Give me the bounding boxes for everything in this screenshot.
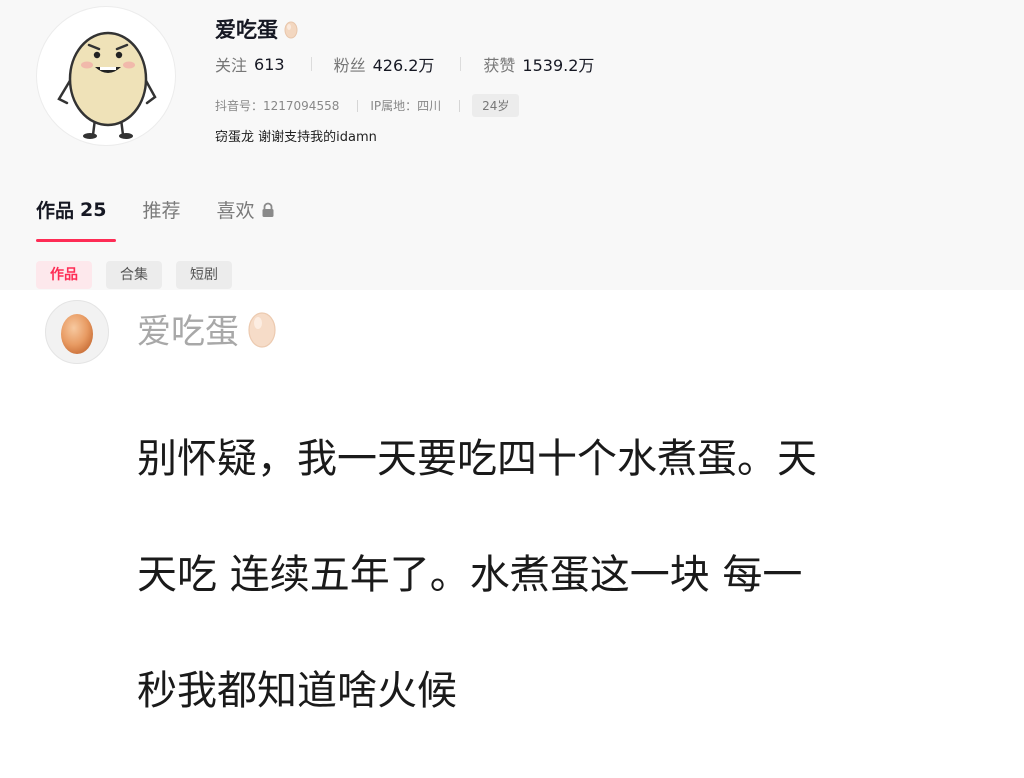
subtab-works[interactable]: 作品 xyxy=(36,261,92,289)
meta-divider xyxy=(357,99,359,112)
stat-value: 613 xyxy=(254,54,285,74)
tab-label: 推荐 xyxy=(142,200,181,222)
active-tab-indicator xyxy=(36,239,116,242)
tab-label: 喜欢 xyxy=(216,200,255,222)
profile-nickname: 爱吃蛋 xyxy=(215,14,298,44)
comment-line: 别怀疑，我一天要吃四十个水煮蛋。天 xyxy=(137,436,817,482)
egg-icon xyxy=(61,314,93,354)
stat-value: 426.2万 xyxy=(372,56,435,75)
stat-divider xyxy=(460,57,462,71)
comment-line: 秒我都知道啥火候 xyxy=(137,668,457,714)
profile-bio: 窃蛋龙 谢谢支持我的idamn xyxy=(215,130,377,145)
tab-count: 25 xyxy=(80,198,107,221)
tab-label: 作品 xyxy=(36,200,75,222)
stat-followers[interactable]: 粉丝 426.2万 xyxy=(334,52,435,76)
profile-header: 爱吃蛋 关注 613 粉丝 426.2万 获赞 1539.2万 抖音号：1217… xyxy=(0,0,1024,290)
stat-value: 1539.2万 xyxy=(522,56,595,75)
profile-tabs: 作品 25 推荐 喜欢 xyxy=(36,196,311,223)
douyin-id: 抖音号：1217094558 xyxy=(215,99,340,113)
profile-stats: 关注 613 粉丝 426.2万 获赞 1539.2万 xyxy=(215,52,620,76)
egg-emoji-icon xyxy=(248,311,276,348)
nickname-text: 爱吃蛋 xyxy=(215,18,278,42)
tab-recommend[interactable]: 推荐 xyxy=(142,196,180,223)
avatar[interactable] xyxy=(36,6,176,146)
comment-avatar[interactable] xyxy=(45,300,109,364)
profile-meta: 抖音号：1217094558 IP属地：四川 24岁 xyxy=(215,94,520,117)
comment-author-name: 爱吃蛋 xyxy=(137,312,239,352)
comment-card: 爱吃蛋 别怀疑，我一天要吃四十个水煮蛋。天 天吃 连续五年了。水煮蛋这一块 每一… xyxy=(0,290,1024,714)
ip-location: IP属地：四川 xyxy=(370,99,442,113)
comment-line: 天吃 连续五年了。水煮蛋这一块 每一 xyxy=(137,552,803,598)
stat-following[interactable]: 关注 613 xyxy=(215,52,285,76)
comment-author: 爱吃蛋 xyxy=(137,304,277,353)
tab-likes[interactable]: 喜欢 xyxy=(216,196,274,223)
subtab-bar: 作品 合集 短剧 xyxy=(36,261,232,289)
subtab-short-drama[interactable]: 短剧 xyxy=(176,261,232,289)
meta-divider xyxy=(459,99,461,112)
stat-label: 关注 xyxy=(215,56,248,75)
tab-works[interactable]: 作品 25 xyxy=(36,196,106,223)
comment-text: 别怀疑，我一天要吃四十个水煮蛋。天 天吃 连续五年了。水煮蛋这一块 每一 秒我都… xyxy=(137,372,997,778)
lock-icon xyxy=(262,202,273,217)
stat-likes[interactable]: 获赞 1539.2万 xyxy=(483,52,594,76)
subtab-collections[interactable]: 合集 xyxy=(106,261,162,289)
stat-label: 获赞 xyxy=(483,56,516,75)
egg-emoji-icon xyxy=(284,21,298,38)
stat-divider xyxy=(310,57,312,71)
egg-character-icon xyxy=(57,31,157,139)
stat-label: 粉丝 xyxy=(333,56,366,75)
age-badge: 24岁 xyxy=(472,94,520,117)
